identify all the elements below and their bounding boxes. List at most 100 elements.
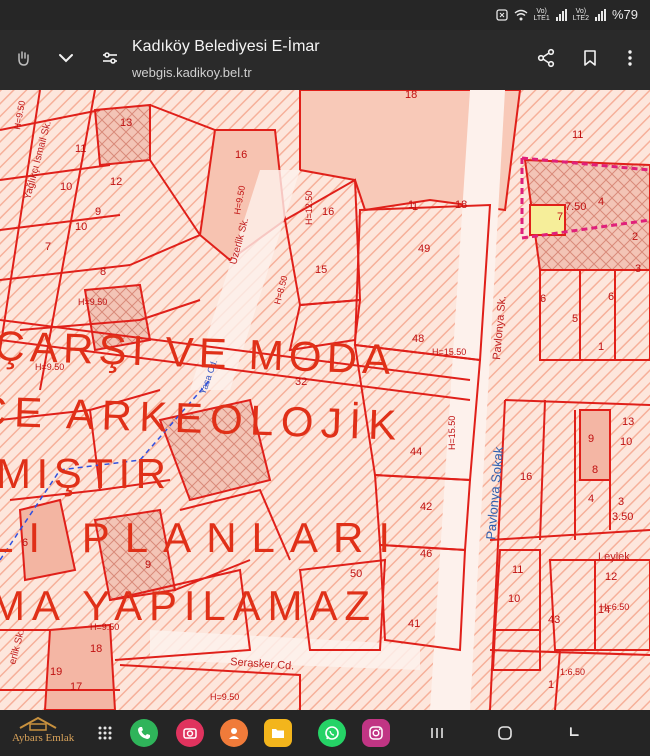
svg-text:17: 17	[70, 681, 82, 693]
share-button[interactable]	[528, 40, 564, 76]
hand-icon	[18, 51, 29, 66]
svg-text:19: 19	[50, 666, 62, 678]
svg-text:11: 11	[75, 143, 86, 155]
navigation-bar: Aybars Emlak	[0, 710, 650, 756]
svg-text:43: 43	[548, 614, 560, 626]
svg-text:6: 6	[540, 293, 546, 305]
svg-text:6: 6	[608, 291, 614, 303]
svg-text:8: 8	[100, 266, 106, 278]
svg-text:18: 18	[90, 643, 102, 655]
status-bar: Vo) LTE1 Vo) LTE2 %79	[0, 0, 650, 30]
camera-app-button[interactable]	[176, 719, 204, 747]
contacts-app-button[interactable]	[220, 719, 248, 747]
back-icon	[569, 727, 579, 737]
network-2-label: Vo) LTE2	[572, 7, 589, 22]
camera-icon	[183, 728, 197, 739]
recent-apps-button[interactable]	[426, 722, 448, 744]
share-icon	[537, 48, 555, 68]
svg-text:16: 16	[520, 471, 532, 483]
grid-icon	[98, 726, 112, 740]
svg-text:18: 18	[455, 199, 467, 211]
svg-text:H=15.50: H=15.50	[447, 416, 457, 450]
tune-icon	[103, 52, 117, 64]
svg-text:MA YAPILAMAZ: MA YAPILAMAZ	[0, 582, 370, 629]
svg-text:1:6.50: 1:6.50	[560, 667, 585, 677]
svg-text:11: 11	[572, 129, 583, 141]
watermark-logo: Aybars Emlak	[8, 716, 100, 750]
status-icons: Vo) LTE1 Vo) LTE2 %79	[495, 7, 638, 22]
folder-icon	[272, 729, 284, 738]
svg-text:42: 42	[420, 501, 432, 513]
svg-text:10: 10	[60, 181, 72, 193]
whatsapp-icon	[325, 726, 339, 740]
svg-text:2: 2	[632, 231, 638, 243]
more-vert-icon	[628, 50, 632, 66]
svg-text:6: 6	[22, 537, 28, 549]
hand-tool-button[interactable]	[6, 40, 42, 76]
svg-text:15: 15	[315, 264, 327, 276]
svg-text:4: 4	[588, 493, 594, 505]
svg-text:41: 41	[408, 618, 420, 630]
home-button[interactable]	[494, 722, 516, 744]
svg-text:7.50: 7.50	[565, 201, 586, 213]
chevron-down-icon	[59, 54, 73, 63]
minimize-button[interactable]	[48, 40, 84, 76]
files-app-button[interactable]	[264, 719, 292, 747]
zoning-map[interactable]: 18 13 16 11 12 10 7 9 8 10 11 1 6 15 16 …	[0, 90, 650, 710]
svg-text:H=6.50: H=6.50	[600, 602, 629, 612]
home-icon	[498, 726, 512, 740]
svg-text:Leylek: Leylek	[598, 551, 630, 563]
phone-app-button[interactable]	[130, 719, 158, 747]
nfc-icon	[495, 8, 508, 21]
whatsapp-app-button[interactable]	[318, 719, 346, 747]
svg-text:7: 7	[557, 211, 563, 223]
page-title: Kadıköy Belediyesi E-İmar	[132, 38, 320, 55]
svg-text:10: 10	[620, 436, 632, 448]
svg-text:49: 49	[418, 243, 430, 255]
instagram-icon	[369, 726, 383, 740]
instagram-app-button[interactable]	[362, 719, 390, 747]
custom-tab-toolbar: Kadıköy Belediyesi E-İmar webgis.kadikoy…	[0, 30, 650, 90]
svg-text:44: 44	[410, 446, 422, 458]
svg-text:18: 18	[405, 90, 417, 101]
svg-text:12: 12	[110, 176, 122, 188]
svg-text:46: 46	[420, 548, 432, 560]
site-settings-button[interactable]	[92, 40, 128, 76]
svg-text:10: 10	[508, 593, 520, 605]
map-canvas[interactable]: 18 13 16 11 12 10 7 9 8 10 11 1 6 15 16 …	[0, 90, 650, 710]
svg-text:11: 11	[512, 564, 523, 576]
more-options-button[interactable]	[612, 40, 648, 76]
phone-icon	[138, 727, 150, 739]
battery-level: %79	[611, 7, 638, 22]
svg-text:5: 5	[572, 313, 578, 325]
svg-text:1: 1	[548, 679, 554, 691]
bookmark-button[interactable]	[572, 40, 608, 76]
svg-text:12: 12	[605, 571, 617, 583]
svg-text:H=12.50: H=12.50	[304, 191, 314, 225]
svg-text:4: 4	[598, 196, 604, 208]
svg-text:9: 9	[95, 206, 101, 218]
svg-text:H=15.50: H=15.50	[432, 347, 466, 357]
app-drawer-button[interactable]	[94, 722, 116, 744]
recents-icon	[431, 728, 443, 738]
contact-icon	[229, 728, 239, 739]
svg-text:9: 9	[588, 433, 594, 445]
page-url: webgis.kadikoy.bel.tr	[132, 65, 252, 80]
svg-text:H=9.50: H=9.50	[78, 297, 107, 307]
back-button[interactable]	[562, 722, 584, 744]
svg-text:16: 16	[322, 206, 334, 218]
svg-text:3: 3	[618, 496, 624, 508]
watermark-text: Aybars Emlak	[12, 732, 75, 744]
svg-text:10: 10	[75, 221, 87, 233]
svg-text:13: 13	[120, 117, 132, 129]
svg-text:50: 50	[350, 568, 362, 580]
bookmark-icon	[584, 50, 596, 66]
svg-text:1: 1	[408, 199, 414, 211]
svg-text:7: 7	[45, 241, 51, 253]
svg-text:8: 8	[592, 464, 598, 476]
svg-text:3: 3	[635, 263, 641, 275]
house-icon	[19, 716, 57, 731]
signal-2-icon	[594, 8, 606, 21]
network-1-label: Vo) LTE1	[533, 7, 550, 22]
wifi-icon	[514, 9, 527, 20]
